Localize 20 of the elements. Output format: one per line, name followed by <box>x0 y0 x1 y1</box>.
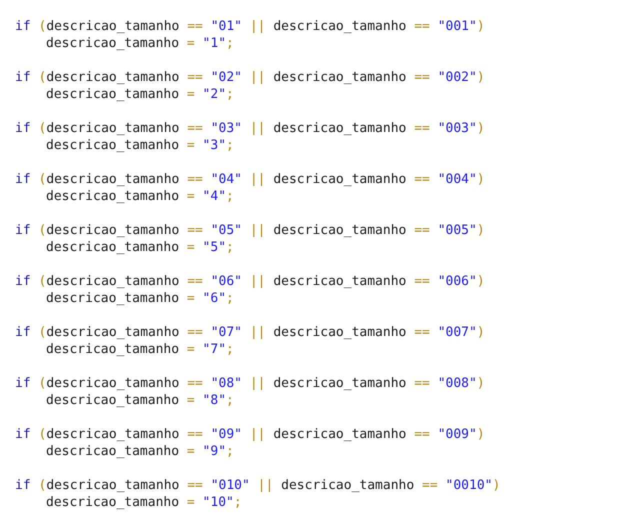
code-line: if (descricao_tamanho == "05" || descricao_tamanho == "005") <box>15 222 485 239</box>
code-line: descricao_tamanho = "10"; <box>45 494 242 511</box>
code-line: descricao_tamanho = "8"; <box>45 392 234 409</box>
code-line: descricao_tamanho = "1"; <box>45 35 234 52</box>
code-line: descricao_tamanho = "9"; <box>45 443 234 460</box>
code-line: descricao_tamanho = "2"; <box>45 86 234 103</box>
code-line: descricao_tamanho = "6"; <box>45 290 234 307</box>
code-line: if (descricao_tamanho == "01" || descricao_tamanho == "001") <box>15 18 485 35</box>
code-line: if (descricao_tamanho == "06" || descricao_tamanho == "006") <box>15 273 485 290</box>
code-line: descricao_tamanho = "4"; <box>45 188 234 205</box>
code-line: if (descricao_tamanho == "03" || descricao_tamanho == "003") <box>15 120 485 137</box>
code-line: if (descricao_tamanho == "09" || descricao_tamanho == "009") <box>15 426 485 443</box>
code-line: if (descricao_tamanho == "04" || descricao_tamanho == "004") <box>15 171 485 188</box>
code-line: descricao_tamanho = "5"; <box>45 239 234 256</box>
code-line: descricao_tamanho = "3"; <box>45 137 234 154</box>
code-line: descricao_tamanho = "7"; <box>45 341 234 358</box>
code-line: if (descricao_tamanho == "02" || descricao_tamanho == "002") <box>15 69 485 86</box>
code-line: if (descricao_tamanho == "010" || descricao_tamanho == "0010") <box>15 477 500 494</box>
code-line: if (descricao_tamanho == "07" || descricao_tamanho == "007") <box>15 324 485 341</box>
code-line: if (descricao_tamanho == "08" || descricao_tamanho == "008") <box>15 375 485 392</box>
